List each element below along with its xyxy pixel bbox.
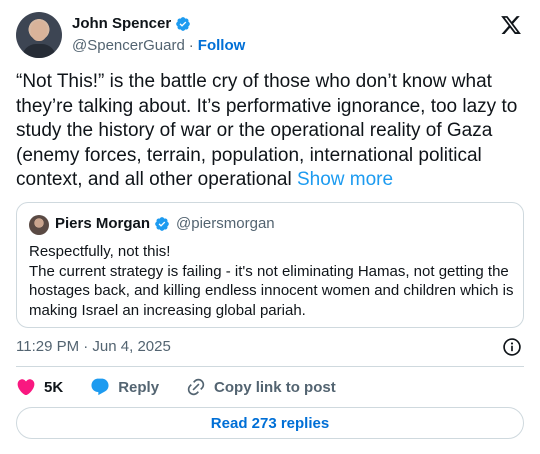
handle-separator: · [188, 37, 194, 54]
read-replies-button[interactable]: Read 273 replies [16, 407, 524, 439]
reply-label: Reply [118, 378, 160, 396]
author-avatar[interactable] [16, 12, 62, 58]
post-text: “Not This!” is the battle cry of those w… [16, 70, 521, 193]
quoted-post[interactable]: Piers Morgan @piersmorgan Respectfully, … [16, 202, 524, 328]
embedded-post-card: John Spencer @SpencerGuard · Follow “Not… [0, 0, 540, 454]
quoted-author-handle: @piersmorgan [176, 215, 275, 232]
action-bar: 5K Reply Copy link to post [16, 376, 336, 398]
quoted-post-line-2: The current strategy is failing - it's n… [29, 262, 514, 319]
author-handle-row: @SpencerGuard · Follow [72, 37, 245, 54]
copy-link-button[interactable]: Copy link to post [186, 377, 336, 397]
copy-link-label: Copy link to post [214, 378, 336, 396]
verified-badge-icon [155, 216, 169, 231]
quoted-author-row: Piers Morgan @piersmorgan [55, 215, 275, 232]
reply-bubble-icon [91, 378, 109, 396]
post-timestamp[interactable]: 11:29 PM · Jun 4, 2025 [16, 338, 171, 355]
quoted-post-line-1: Respectfully, not this! [29, 243, 171, 260]
quoted-author-name: Piers Morgan [55, 215, 151, 232]
verified-badge-icon [176, 16, 191, 31]
link-icon [187, 378, 205, 396]
info-icon[interactable] [502, 337, 522, 357]
follow-button[interactable]: Follow [198, 37, 246, 54]
reply-button[interactable]: Reply [90, 377, 159, 397]
author-name[interactable]: John Spencer [72, 15, 171, 32]
x-logo-icon[interactable] [500, 14, 522, 36]
like-count: 5K [44, 378, 64, 396]
post-body: “Not This!” is the battle cry of those w… [16, 71, 518, 190]
show-more-link[interactable]: Show more [297, 169, 393, 190]
quoted-author-avatar [29, 215, 49, 235]
like-button[interactable]: 5K [16, 377, 63, 397]
quoted-post-text: Respectfully, not this! The current stra… [29, 242, 517, 320]
author-handle[interactable]: @SpencerGuard [72, 37, 185, 54]
author-name-row: John Spencer [72, 15, 191, 32]
divider [16, 366, 524, 367]
heart-icon [17, 379, 35, 396]
